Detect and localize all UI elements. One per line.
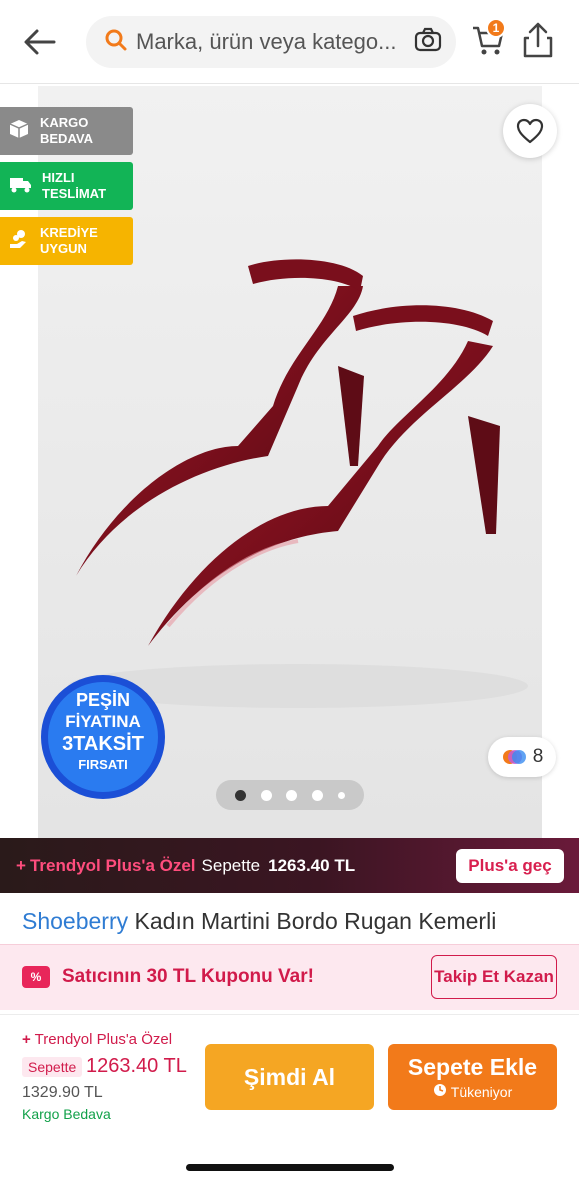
plus-offer-banner: + Trendyol Plus'a Özel Sepette 1263.40 T… xyxy=(0,838,579,893)
badge-kargo-line2: BEDAVA xyxy=(40,131,93,146)
product-name: Kadın Martini Bordo Rugan Kemerli xyxy=(134,908,497,934)
home-indicator xyxy=(186,1164,394,1171)
plus-icon: + xyxy=(16,855,26,875)
plus-icon: + xyxy=(22,1031,31,1048)
search-icon xyxy=(104,28,128,57)
pagination-dot[interactable] xyxy=(312,789,324,801)
coupon-icon: % xyxy=(22,966,50,988)
bottom-old-price: 1329.90 TL xyxy=(22,1084,103,1101)
coupon-text: Satıcının 30 TL Kuponu Var! xyxy=(62,966,314,987)
product-gallery[interactable]: KARGO BEDAVA HIZLI TESLİMAT KREDİYE UYGUN P… xyxy=(0,86,579,838)
badge-hizli-teslimat: HIZLI TESLİMAT xyxy=(0,162,133,210)
badge-krediye-uygun: KREDİYE UYGUN xyxy=(0,217,133,265)
camera-icon[interactable] xyxy=(414,27,442,58)
heart-icon xyxy=(516,118,544,144)
badge-hizli-line1: HIZLI xyxy=(42,170,75,185)
bottom-shipping: Kargo Bedava xyxy=(22,1106,111,1122)
badge-kargo-bedava: KARGO BEDAVA xyxy=(0,107,133,155)
taksit-promo-sticker: PEŞİN FİYATINA 3TAKSİT FIRSATI xyxy=(38,672,168,802)
taksit-line3: 3TAKSİT xyxy=(62,732,144,755)
coupon-banner: % Satıcının 30 TL Kuponu Var! Takip Et K… xyxy=(0,944,579,1010)
share-icon[interactable] xyxy=(520,20,556,60)
top-bar: Marka, ürün veya katego... 1 xyxy=(0,0,579,84)
review-photos-count: 8 xyxy=(532,746,544,767)
plus-offer-sepette: Sepette xyxy=(201,855,261,875)
favorite-button[interactable] xyxy=(503,104,557,158)
search-bar[interactable]: Marka, ürün veya katego... xyxy=(86,16,456,68)
search-placeholder: Marka, ürün veya katego... xyxy=(136,29,397,54)
pagination-dot[interactable] xyxy=(337,791,345,799)
bottom-price: 1263.40 TL xyxy=(86,1055,187,1077)
product-brand-link[interactable]: Shoeberry xyxy=(22,908,128,934)
pagination-dot[interactable] xyxy=(286,789,298,801)
badge-kredi-line2: UYGUN xyxy=(40,241,87,256)
back-arrow-icon[interactable] xyxy=(20,22,60,62)
plus-offer-price: 1263.40 TL xyxy=(268,855,356,875)
cart-count-badge: 1 xyxy=(486,18,506,38)
add-to-cart-button[interactable]: Sepete Ekle Tükeniyor xyxy=(388,1044,557,1110)
box-icon xyxy=(8,118,30,144)
taksit-line1: PEŞİN xyxy=(76,690,130,710)
taksit-line4: FIRSATI xyxy=(78,757,128,772)
badge-kargo-line1: KARGO xyxy=(40,115,89,130)
badge-kredi-line1: KREDİYE xyxy=(40,225,98,240)
add-to-cart-label: Sepete Ekle xyxy=(407,1054,538,1080)
bottom-plus-label: Trendyol Plus'a Özel xyxy=(34,1031,173,1048)
review-photos-button[interactable]: 8 xyxy=(488,737,556,777)
plus-join-button[interactable]: Plus'a geç xyxy=(456,849,564,883)
bottom-sepette-tag: Sepette xyxy=(22,1057,83,1077)
pagination-dot[interactable] xyxy=(260,789,272,801)
bottom-purchase-bar: + Trendyol Plus'a Özel Sepette 1263.40 T… xyxy=(0,1014,579,1184)
taksit-line2: FİYATINA xyxy=(65,712,141,731)
pagination-dot[interactable] xyxy=(235,789,247,801)
stock-note: Tükeniyor xyxy=(450,1083,513,1100)
plus-offer-label: Trendyol Plus'a Özel xyxy=(29,855,196,875)
review-photos-icon xyxy=(502,750,526,764)
buy-now-button[interactable]: Şimdi Al xyxy=(205,1044,374,1110)
truck-icon xyxy=(8,174,32,198)
product-title: Shoeberry Kadın Martini Bordo Rugan Keme… xyxy=(22,908,562,935)
gallery-pagination[interactable] xyxy=(216,780,364,810)
coins-hand-icon xyxy=(8,228,30,254)
badge-hizli-line2: TESLİMAT xyxy=(42,186,107,201)
follow-seller-button[interactable]: Takip Et Kazan xyxy=(431,955,557,999)
product-page: Marka, ürün veya katego... 1 KARGO BEDAV… xyxy=(0,0,579,1184)
clock-icon xyxy=(433,1083,447,1100)
